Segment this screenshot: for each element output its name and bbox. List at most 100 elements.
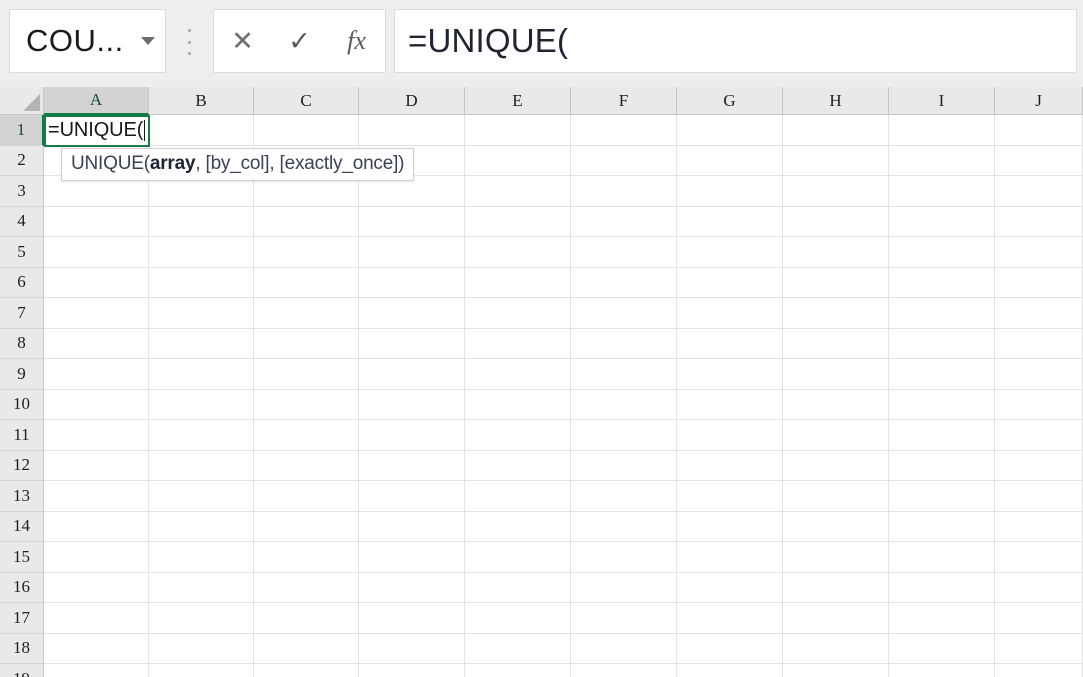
cell-C9[interactable] bbox=[254, 359, 359, 389]
cell-C5[interactable] bbox=[254, 237, 359, 267]
cell-B6[interactable] bbox=[149, 267, 254, 297]
cell-H6[interactable] bbox=[783, 267, 889, 297]
cell-F17[interactable] bbox=[571, 603, 677, 633]
row-header-9[interactable]: 9 bbox=[0, 359, 44, 390]
row-header-10[interactable]: 10 bbox=[0, 389, 44, 420]
cell-H18[interactable] bbox=[783, 633, 889, 663]
cell-J18[interactable] bbox=[995, 633, 1083, 663]
cell-A13[interactable] bbox=[44, 481, 149, 511]
cell-I7[interactable] bbox=[889, 298, 995, 328]
cell-J7[interactable] bbox=[995, 298, 1083, 328]
cancel-button[interactable]: ✕ bbox=[214, 10, 271, 72]
cell-B12[interactable] bbox=[149, 450, 254, 480]
cell-D14[interactable] bbox=[359, 511, 465, 541]
row-header-1[interactable]: 1 bbox=[0, 115, 44, 146]
cell-E16[interactable] bbox=[465, 572, 571, 602]
cell-J6[interactable] bbox=[995, 267, 1083, 297]
enter-button[interactable]: ✓ bbox=[271, 10, 328, 72]
cell-B15[interactable] bbox=[149, 542, 254, 572]
cell-B18[interactable] bbox=[149, 633, 254, 663]
cell-E13[interactable] bbox=[465, 481, 571, 511]
cell-J14[interactable] bbox=[995, 511, 1083, 541]
cell-B9[interactable] bbox=[149, 359, 254, 389]
cell-I6[interactable] bbox=[889, 267, 995, 297]
cell-H8[interactable] bbox=[783, 328, 889, 358]
cell-J5[interactable] bbox=[995, 237, 1083, 267]
cell-E1[interactable] bbox=[465, 115, 571, 145]
cell-H12[interactable] bbox=[783, 450, 889, 480]
row-header-11[interactable]: 11 bbox=[0, 420, 44, 451]
column-header-f[interactable]: F bbox=[571, 87, 677, 115]
cell-E7[interactable] bbox=[465, 298, 571, 328]
cell-C7[interactable] bbox=[254, 298, 359, 328]
cell-D15[interactable] bbox=[359, 542, 465, 572]
cell-G6[interactable] bbox=[677, 267, 783, 297]
cell-H2[interactable] bbox=[783, 145, 889, 175]
cell-H4[interactable] bbox=[783, 206, 889, 236]
cell-B4[interactable] bbox=[149, 206, 254, 236]
cell-F15[interactable] bbox=[571, 542, 677, 572]
row-header-5[interactable]: 5 bbox=[0, 237, 44, 268]
cell-G17[interactable] bbox=[677, 603, 783, 633]
cell-H3[interactable] bbox=[783, 176, 889, 206]
cell-area[interactable] bbox=[44, 115, 1083, 677]
cell-D16[interactable] bbox=[359, 572, 465, 602]
cell-C17[interactable] bbox=[254, 603, 359, 633]
cell-G15[interactable] bbox=[677, 542, 783, 572]
cell-H16[interactable] bbox=[783, 572, 889, 602]
cell-J2[interactable] bbox=[995, 145, 1083, 175]
cell-F9[interactable] bbox=[571, 359, 677, 389]
cell-J13[interactable] bbox=[995, 481, 1083, 511]
cell-G8[interactable] bbox=[677, 328, 783, 358]
cell-B14[interactable] bbox=[149, 511, 254, 541]
cell-I14[interactable] bbox=[889, 511, 995, 541]
cell-F1[interactable] bbox=[571, 115, 677, 145]
column-header-h[interactable]: H bbox=[783, 87, 889, 115]
cell-F14[interactable] bbox=[571, 511, 677, 541]
cell-J16[interactable] bbox=[995, 572, 1083, 602]
cell-G19[interactable] bbox=[677, 664, 783, 677]
select-all-button[interactable] bbox=[0, 87, 44, 115]
cell-C8[interactable] bbox=[254, 328, 359, 358]
cell-E3[interactable] bbox=[465, 176, 571, 206]
cell-I9[interactable] bbox=[889, 359, 995, 389]
name-box-dropdown-button[interactable] bbox=[131, 37, 165, 45]
insert-function-button[interactable]: fx bbox=[328, 10, 385, 72]
cell-E12[interactable] bbox=[465, 450, 571, 480]
cell-D19[interactable] bbox=[359, 664, 465, 677]
active-cell-a1[interactable]: =UNIQUE( bbox=[44, 115, 150, 147]
cell-B7[interactable] bbox=[149, 298, 254, 328]
cell-G18[interactable] bbox=[677, 633, 783, 663]
cell-A19[interactable] bbox=[44, 664, 149, 677]
cell-E15[interactable] bbox=[465, 542, 571, 572]
cell-H5[interactable] bbox=[783, 237, 889, 267]
cell-F16[interactable] bbox=[571, 572, 677, 602]
cell-C13[interactable] bbox=[254, 481, 359, 511]
cell-J3[interactable] bbox=[995, 176, 1083, 206]
column-header-c[interactable]: C bbox=[254, 87, 359, 115]
cell-A18[interactable] bbox=[44, 633, 149, 663]
cell-A15[interactable] bbox=[44, 542, 149, 572]
row-header-12[interactable]: 12 bbox=[0, 450, 44, 481]
cell-I4[interactable] bbox=[889, 206, 995, 236]
cell-D5[interactable] bbox=[359, 237, 465, 267]
cell-A5[interactable] bbox=[44, 237, 149, 267]
cell-A9[interactable] bbox=[44, 359, 149, 389]
cell-F13[interactable] bbox=[571, 481, 677, 511]
cell-H7[interactable] bbox=[783, 298, 889, 328]
cell-G12[interactable] bbox=[677, 450, 783, 480]
cell-I15[interactable] bbox=[889, 542, 995, 572]
cell-A7[interactable] bbox=[44, 298, 149, 328]
cell-C6[interactable] bbox=[254, 267, 359, 297]
cell-D1[interactable] bbox=[359, 115, 465, 145]
cell-E11[interactable] bbox=[465, 420, 571, 450]
cell-B10[interactable] bbox=[149, 389, 254, 419]
cell-B16[interactable] bbox=[149, 572, 254, 602]
cell-D6[interactable] bbox=[359, 267, 465, 297]
cell-J17[interactable] bbox=[995, 603, 1083, 633]
cell-H17[interactable] bbox=[783, 603, 889, 633]
row-header-18[interactable]: 18 bbox=[0, 633, 44, 664]
cell-A10[interactable] bbox=[44, 389, 149, 419]
cell-J4[interactable] bbox=[995, 206, 1083, 236]
cell-G3[interactable] bbox=[677, 176, 783, 206]
